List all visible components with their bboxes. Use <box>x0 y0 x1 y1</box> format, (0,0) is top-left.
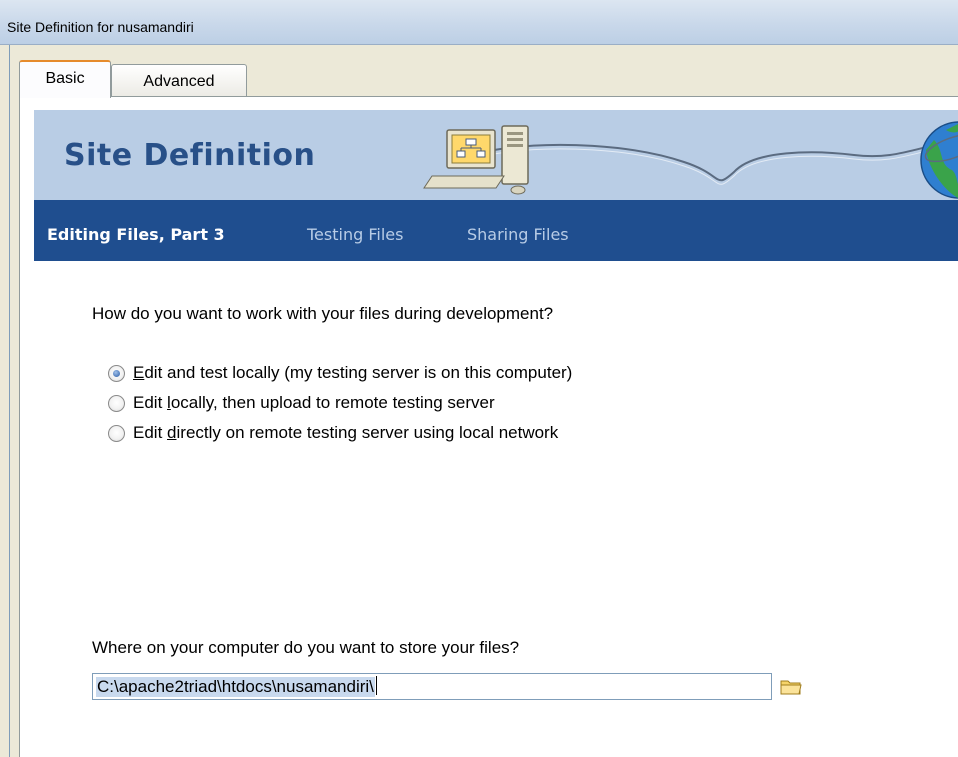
tab-advanced-label: Advanced <box>143 73 215 90</box>
radio-button[interactable] <box>108 394 125 412</box>
tab-strip: Basic Advanced <box>19 60 958 98</box>
step-sharing-files: Sharing Files <box>467 225 569 244</box>
banner-title: Site Definition <box>64 138 316 173</box>
tab-advanced[interactable]: Advanced <box>111 64 247 96</box>
tab-basic[interactable]: Basic <box>19 60 111 98</box>
radio-edit-test-locally[interactable]: Edit and test locally (my testing server… <box>108 358 572 388</box>
radio-label: Edit locally, then upload to remote test… <box>133 393 495 412</box>
local-root-folder-value: C:\apache2triad\htdocs\nusamandiri\ <box>96 677 375 697</box>
work-mode-question: How do you want to work with your files … <box>92 304 554 323</box>
globe-icon <box>920 121 958 199</box>
radio-edit-locally-upload[interactable]: Edit locally, then upload to remote test… <box>108 388 572 418</box>
tab-basic-label: Basic <box>45 70 85 87</box>
radio-edit-directly-remote[interactable]: Edit directly on remote testing server u… <box>108 418 572 448</box>
dialog-border <box>9 45 10 757</box>
wizard-step-nav: Editing Files, Part 3 Testing Files Shar… <box>34 200 958 261</box>
step-editing-files-part-3: Editing Files, Part 3 <box>47 225 225 244</box>
radio-label: Edit directly on remote testing server u… <box>133 423 559 442</box>
radio-label: Edit and test locally (my testing server… <box>133 363 573 382</box>
folder-icon <box>780 680 802 695</box>
text-caret <box>375 676 377 695</box>
local-root-folder-input[interactable]: C:\apache2triad\htdocs\nusamandiri\ <box>92 673 772 700</box>
window-titlebar[interactable]: Site Definition for nusamandiri <box>0 0 958 45</box>
computer-network-icon <box>423 125 529 195</box>
work-mode-radio-group: Edit and test locally (my testing server… <box>108 358 572 448</box>
step-testing-files: Testing Files <box>307 225 404 244</box>
window-title: Site Definition for nusamandiri <box>7 19 194 35</box>
browse-folder-button[interactable] <box>780 678 802 696</box>
radio-button[interactable] <box>108 424 125 442</box>
storage-location-label: Where on your computer do you want to st… <box>92 638 520 657</box>
radio-button-checked[interactable] <box>108 364 125 382</box>
site-definition-banner: Site Definition <box>34 110 958 200</box>
